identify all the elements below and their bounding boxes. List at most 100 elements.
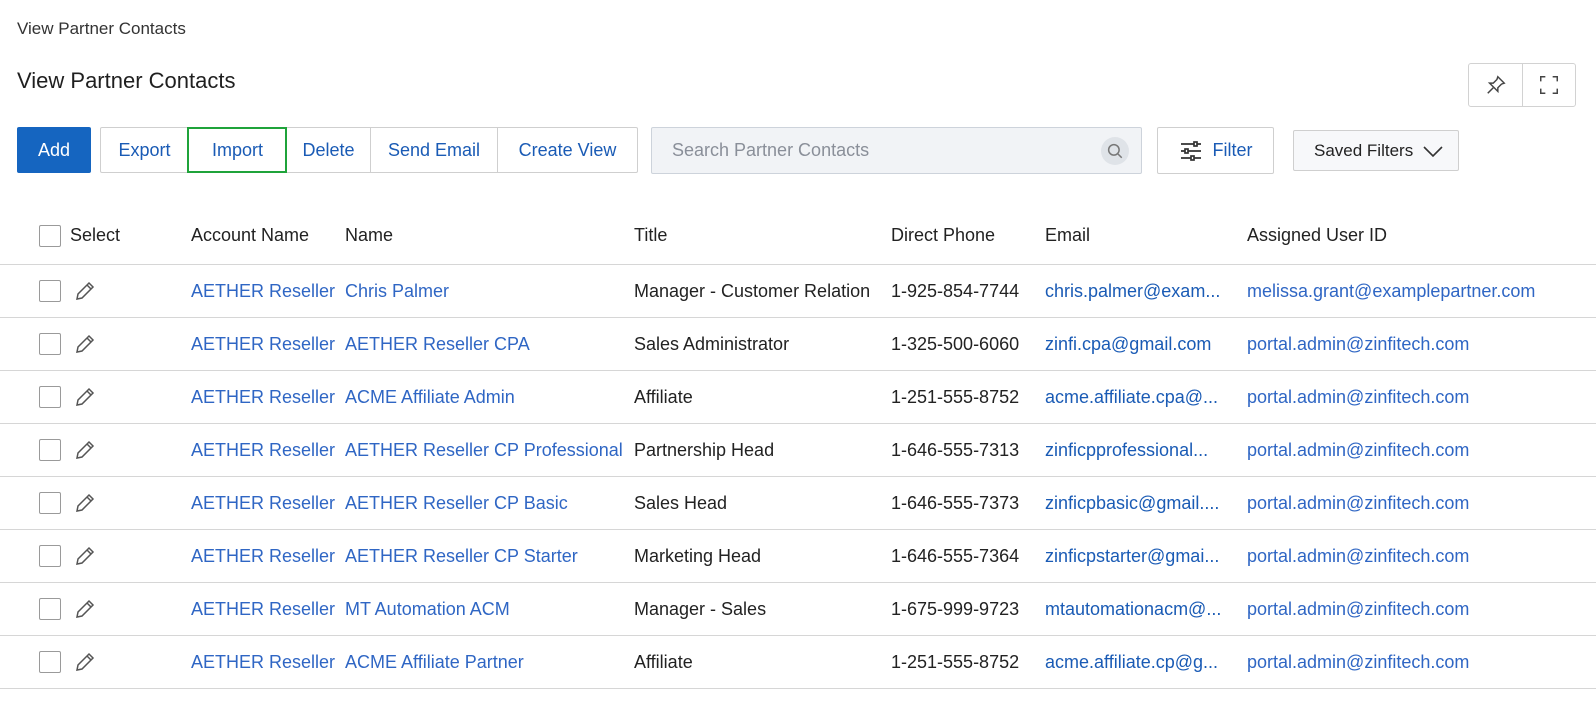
- edit-button[interactable]: [73, 424, 97, 476]
- row-select-cell: [39, 636, 61, 688]
- search-input[interactable]: [672, 128, 1092, 173]
- send-email-button[interactable]: Send Email: [370, 128, 497, 172]
- direct-phone-text: 1-646-555-7313: [891, 439, 1020, 460]
- email-link[interactable]: zinficpstarter@gmai...: [1045, 530, 1233, 582]
- column-header-account-name[interactable]: Account Name: [191, 207, 336, 264]
- select-all-checkbox[interactable]: [39, 224, 61, 247]
- direct-phone-text: 1-646-555-7373: [891, 492, 1020, 513]
- assigned-user-link[interactable]: melissa.grant@examplepartner.com: [1247, 265, 1596, 317]
- column-header-email[interactable]: Email: [1045, 207, 1233, 264]
- page-title: View Partner Contacts: [17, 68, 236, 93]
- table-row: AETHER Reseller Chris Palmer Manager - C…: [0, 265, 1596, 318]
- table-row: AETHER Reseller ACME Affiliate Partner A…: [0, 636, 1596, 689]
- edit-button[interactable]: [73, 318, 97, 370]
- assigned-user-link[interactable]: portal.admin@zinfitech.com: [1247, 424, 1596, 476]
- account-name-link[interactable]: AETHER Reseller: [191, 371, 336, 423]
- row-checkbox[interactable]: [39, 492, 61, 514]
- row-select-cell: [39, 371, 61, 423]
- add-button[interactable]: Add: [17, 127, 91, 173]
- assigned-user-link[interactable]: portal.admin@zinfitech.com: [1247, 636, 1596, 688]
- email-link[interactable]: zinficpprofessional...: [1045, 424, 1233, 476]
- assigned-user-link[interactable]: portal.admin@zinfitech.com: [1247, 318, 1596, 370]
- email-link[interactable]: acme.affiliate.cpa@...: [1045, 371, 1233, 423]
- search-button[interactable]: [1101, 137, 1129, 165]
- row-checkbox[interactable]: [39, 333, 61, 355]
- table-row: AETHER Reseller AETHER Reseller CPA Sale…: [0, 318, 1596, 371]
- contact-name-link[interactable]: ACME Affiliate Partner: [345, 636, 627, 688]
- assigned-user-link[interactable]: portal.admin@zinfitech.com: [1247, 477, 1596, 529]
- import-button[interactable]: Import: [187, 127, 287, 173]
- direct-phone-text: 1-251-555-8752: [891, 386, 1020, 407]
- row-select-cell: [39, 318, 61, 370]
- title-text: Marketing Head: [634, 545, 762, 566]
- pin-icon: [1486, 75, 1506, 94]
- row-checkbox[interactable]: [39, 598, 61, 620]
- edit-button[interactable]: [73, 583, 97, 635]
- row-checkbox[interactable]: [39, 545, 61, 567]
- title-text: Manager - Customer Relation: [634, 280, 871, 301]
- account-name-link[interactable]: AETHER Reseller: [191, 636, 336, 688]
- column-header-select: Select: [70, 225, 121, 245]
- direct-phone-text: 1-925-854-7744: [891, 280, 1020, 301]
- account-name-link[interactable]: AETHER Reseller: [191, 318, 336, 370]
- contact-name-link[interactable]: ACME Affiliate Admin: [345, 371, 627, 423]
- column-header-direct-phone[interactable]: Direct Phone: [891, 207, 1037, 264]
- row-checkbox[interactable]: [39, 280, 61, 302]
- fullscreen-button[interactable]: [1522, 64, 1575, 106]
- title-text: Manager - Sales: [634, 598, 767, 619]
- account-name-link[interactable]: AETHER Reseller: [191, 424, 336, 476]
- email-link[interactable]: zinficpbasic@gmail....: [1045, 477, 1233, 529]
- account-name-link[interactable]: AETHER Reseller: [191, 477, 336, 529]
- contact-name-link[interactable]: Chris Palmer: [345, 265, 627, 317]
- assigned-user-link[interactable]: portal.admin@zinfitech.com: [1247, 530, 1596, 582]
- edit-button[interactable]: [73, 636, 97, 688]
- create-view-button[interactable]: Create View: [497, 128, 637, 172]
- edit-button[interactable]: [73, 371, 97, 423]
- contact-name-link[interactable]: AETHER Reseller CP Professional: [345, 424, 627, 476]
- email-link[interactable]: zinfi.cpa@gmail.com: [1045, 318, 1233, 370]
- search-box: [651, 127, 1142, 174]
- pencil-icon: [76, 387, 95, 406]
- assigned-user-link[interactable]: portal.admin@zinfitech.com: [1247, 583, 1596, 635]
- title-text: Affiliate: [634, 386, 693, 407]
- sliders-icon: [1180, 140, 1201, 161]
- column-header-name[interactable]: Name: [345, 207, 627, 264]
- email-link[interactable]: acme.affiliate.cp@g...: [1045, 636, 1233, 688]
- row-checkbox[interactable]: [39, 651, 61, 673]
- row-checkbox[interactable]: [39, 439, 61, 461]
- account-name-link[interactable]: AETHER Reseller: [191, 530, 336, 582]
- pin-button[interactable]: [1469, 64, 1522, 106]
- column-header-assigned-user-id[interactable]: Assigned User ID: [1247, 207, 1596, 264]
- contact-name-link[interactable]: AETHER Reseller CPA: [345, 318, 627, 370]
- email-link[interactable]: chris.palmer@exam...: [1045, 265, 1233, 317]
- column-header-title[interactable]: Title: [634, 207, 882, 264]
- contact-name-link[interactable]: AETHER Reseller CP Starter: [345, 530, 627, 582]
- pencil-icon: [76, 493, 95, 512]
- row-checkbox[interactable]: [39, 386, 61, 408]
- filter-label: Filter: [1212, 140, 1253, 160]
- saved-filters-dropdown[interactable]: Saved Filters: [1293, 130, 1459, 171]
- contact-name-link[interactable]: MT Automation ACM: [345, 583, 627, 635]
- direct-phone-text: 1-646-555-7364: [891, 545, 1020, 566]
- account-name-link[interactable]: AETHER Reseller: [191, 583, 336, 635]
- row-select-cell: [39, 477, 61, 529]
- delete-button[interactable]: Delete: [286, 128, 370, 172]
- export-button[interactable]: Export: [101, 128, 188, 172]
- account-name-link[interactable]: AETHER Reseller: [191, 265, 336, 317]
- pencil-icon: [76, 440, 95, 459]
- title-text: Affiliate: [634, 651, 693, 672]
- edit-button[interactable]: [73, 477, 97, 529]
- row-select-cell: [39, 265, 61, 317]
- direct-phone-text: 1-251-555-8752: [891, 651, 1020, 672]
- edit-button[interactable]: [73, 530, 97, 582]
- title-text: Partnership Head: [634, 439, 775, 460]
- assigned-user-link[interactable]: portal.admin@zinfitech.com: [1247, 371, 1596, 423]
- table-body: AETHER Reseller Chris Palmer Manager - C…: [0, 265, 1596, 689]
- filter-button[interactable]: Filter: [1157, 127, 1274, 174]
- edit-button[interactable]: [73, 265, 97, 317]
- title-text: Sales Administrator: [634, 333, 790, 354]
- table-row: AETHER Reseller AETHER Reseller CP Basic…: [0, 477, 1596, 530]
- contact-name-link[interactable]: AETHER Reseller CP Basic: [345, 477, 627, 529]
- email-link[interactable]: mtautomationacm@...: [1045, 583, 1233, 635]
- direct-phone-text: 1-325-500-6060: [891, 333, 1020, 354]
